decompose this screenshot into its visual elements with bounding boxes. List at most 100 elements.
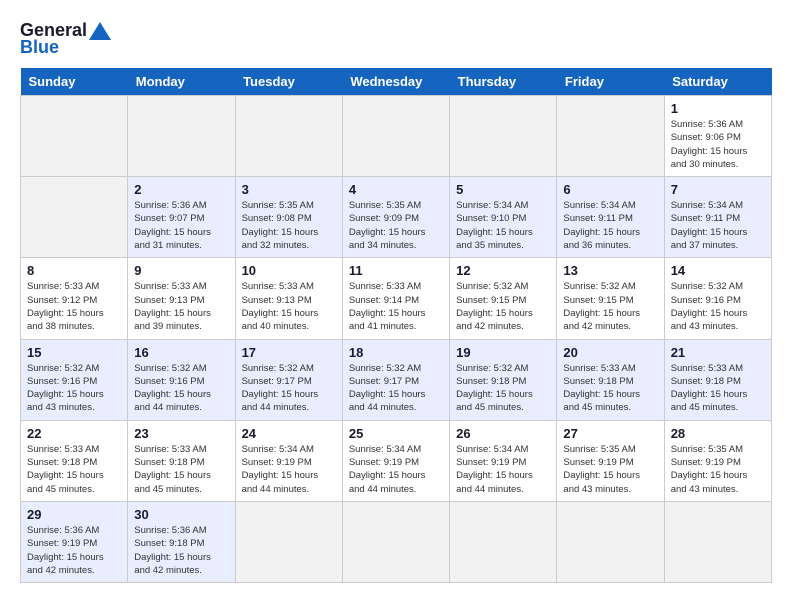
calendar-day-cell: 11 Sunrise: 5:33 AMSunset: 9:14 PMDayligh… [342,258,449,339]
calendar-day-cell: 27 Sunrise: 5:35 AMSunset: 9:19 PMDayligh… [557,420,664,501]
day-number: 30 [134,507,228,522]
day-info: Sunrise: 5:32 AMSunset: 9:17 PMDaylight:… [242,362,336,415]
day-number: 20 [563,345,657,360]
day-number: 26 [456,426,550,441]
day-info: Sunrise: 5:36 AMSunset: 9:06 PMDaylight:… [671,118,765,171]
calendar-day-cell: 28Sunrise: 5:35 AMSunset: 9:19 PMDayligh… [664,420,771,501]
day-number: 23 [134,426,228,441]
day-info: Sunrise: 5:33 AMSunset: 9:18 PMDaylight:… [563,362,657,415]
logo-icon [89,22,111,40]
column-header-monday: Monday [128,68,235,96]
day-number: 21 [671,345,765,360]
day-info: Sunrise: 5:33 AMSunset: 9:18 PMDaylight:… [671,362,765,415]
day-number: 9 [134,263,228,278]
day-info: Sunrise: 5:36 AMSunset: 9:18 PMDaylight:… [134,524,228,577]
day-number: 8 [27,263,121,278]
day-info: Sunrise: 5:32 AMSunset: 9:15 PMDaylight:… [563,280,657,333]
day-info: Sunrise: 5:34 AMSunset: 9:10 PMDaylight:… [456,199,550,252]
day-info: Sunrise: 5:32 AMSunset: 9:15 PMDaylight:… [456,280,550,333]
calendar-day-cell: 17Sunrise: 5:32 AMSunset: 9:17 PMDayligh… [235,339,342,420]
calendar-day-cell: 10 Sunrise: 5:33 AMSunset: 9:13 PMDayligh… [235,258,342,339]
calendar-day-cell: 14Sunrise: 5:32 AMSunset: 9:16 PMDayligh… [664,258,771,339]
calendar-table: SundayMondayTuesdayWednesdayThursdayFrid… [20,68,772,583]
calendar-day-cell: 16 Sunrise: 5:32 AMSunset: 9:16 PMDayligh… [128,339,235,420]
day-number: 3 [242,182,336,197]
column-header-saturday: Saturday [664,68,771,96]
day-info: Sunrise: 5:32 AMSunset: 9:16 PMDaylight:… [134,362,228,415]
day-number: 22 [27,426,121,441]
day-info: Sunrise: 5:36 AMSunset: 9:19 PMDaylight:… [27,524,121,577]
calendar-day-cell: 1Sunrise: 5:36 AMSunset: 9:06 PMDaylight… [664,96,771,177]
column-header-tuesday: Tuesday [235,68,342,96]
empty-cell [235,501,342,582]
calendar-day-cell: 12 Sunrise: 5:32 AMSunset: 9:15 PMDayligh… [450,258,557,339]
day-number: 2 [134,182,228,197]
day-number: 5 [456,182,550,197]
day-info: Sunrise: 5:35 AMSunset: 9:08 PMDaylight:… [242,199,336,252]
calendar-day-cell: 2 Sunrise: 5:36 AMSunset: 9:07 PMDaylight… [128,177,235,258]
day-number: 28 [671,426,765,441]
calendar-day-cell: 22 Sunrise: 5:33 AMSunset: 9:18 PMDayligh… [21,420,128,501]
calendar-day-cell: 18Sunrise: 5:32 AMSunset: 9:17 PMDayligh… [342,339,449,420]
day-number: 18 [349,345,443,360]
calendar-day-cell: 3 Sunrise: 5:35 AMSunset: 9:08 PMDaylight… [235,177,342,258]
day-number: 27 [563,426,657,441]
day-info: Sunrise: 5:36 AMSunset: 9:07 PMDaylight:… [134,199,228,252]
day-info: Sunrise: 5:32 AMSunset: 9:18 PMDaylight:… [456,362,550,415]
empty-cell [342,96,449,177]
day-number: 16 [134,345,228,360]
calendar-day-cell: 9 Sunrise: 5:33 AMSunset: 9:13 PMDaylight… [128,258,235,339]
calendar-day-cell: 25Sunrise: 5:34 AMSunset: 9:19 PMDayligh… [342,420,449,501]
empty-cell [664,501,771,582]
calendar-week-row: 1Sunrise: 5:36 AMSunset: 9:06 PMDaylight… [21,96,772,177]
day-number: 25 [349,426,443,441]
day-info: Sunrise: 5:32 AMSunset: 9:16 PMDaylight:… [27,362,121,415]
empty-cell [21,96,128,177]
day-number: 12 [456,263,550,278]
day-number: 7 [671,182,765,197]
calendar-day-cell: 29Sunrise: 5:36 AMSunset: 9:19 PMDayligh… [21,501,128,582]
calendar-day-cell: 7 Sunrise: 5:34 AMSunset: 9:11 PMDaylight… [664,177,771,258]
day-number: 11 [349,263,443,278]
calendar-day-cell: 19Sunrise: 5:32 AMSunset: 9:18 PMDayligh… [450,339,557,420]
calendar-day-cell: 15Sunrise: 5:32 AMSunset: 9:16 PMDayligh… [21,339,128,420]
calendar-week-row: 8Sunrise: 5:33 AMSunset: 9:12 PMDaylight… [21,258,772,339]
day-info: Sunrise: 5:33 AMSunset: 9:18 PMDaylight:… [27,443,121,496]
day-info: Sunrise: 5:34 AMSunset: 9:11 PMDaylight:… [563,199,657,252]
day-number: 24 [242,426,336,441]
empty-cell [21,177,128,258]
day-info: Sunrise: 5:33 AMSunset: 9:14 PMDaylight:… [349,280,443,333]
day-info: Sunrise: 5:34 AMSunset: 9:19 PMDaylight:… [456,443,550,496]
day-info: Sunrise: 5:33 AMSunset: 9:13 PMDaylight:… [242,280,336,333]
column-header-friday: Friday [557,68,664,96]
day-info: Sunrise: 5:32 AMSunset: 9:16 PMDaylight:… [671,280,765,333]
day-info: Sunrise: 5:35 AMSunset: 9:09 PMDaylight:… [349,199,443,252]
day-number: 4 [349,182,443,197]
day-number: 13 [563,263,657,278]
calendar-day-cell: 21 Sunrise: 5:33 AMSunset: 9:18 PMDayligh… [664,339,771,420]
day-info: Sunrise: 5:34 AMSunset: 9:11 PMDaylight:… [671,199,765,252]
calendar-day-cell: 5 Sunrise: 5:34 AMSunset: 9:10 PMDaylight… [450,177,557,258]
day-info: Sunrise: 5:35 AMSunset: 9:19 PMDaylight:… [563,443,657,496]
calendar-day-cell: 23 Sunrise: 5:33 AMSunset: 9:18 PMDayligh… [128,420,235,501]
calendar-day-cell: 20 Sunrise: 5:33 AMSunset: 9:18 PMDayligh… [557,339,664,420]
calendar-day-cell: 30 Sunrise: 5:36 AMSunset: 9:18 PMDayligh… [128,501,235,582]
day-info: Sunrise: 5:33 AMSunset: 9:13 PMDaylight:… [134,280,228,333]
empty-cell [128,96,235,177]
empty-cell [557,96,664,177]
day-number: 10 [242,263,336,278]
column-header-wednesday: Wednesday [342,68,449,96]
day-number: 6 [563,182,657,197]
calendar-day-cell: 4 Sunrise: 5:35 AMSunset: 9:09 PMDaylight… [342,177,449,258]
logo-blue: Blue [20,37,59,58]
column-header-sunday: Sunday [21,68,128,96]
calendar-week-row: 29Sunrise: 5:36 AMSunset: 9:19 PMDayligh… [21,501,772,582]
calendar-header-row: SundayMondayTuesdayWednesdayThursdayFrid… [21,68,772,96]
empty-cell [557,501,664,582]
day-info: Sunrise: 5:33 AMSunset: 9:18 PMDaylight:… [134,443,228,496]
calendar-week-row: 15Sunrise: 5:32 AMSunset: 9:16 PMDayligh… [21,339,772,420]
calendar-day-cell: 24Sunrise: 5:34 AMSunset: 9:19 PMDayligh… [235,420,342,501]
empty-cell [342,501,449,582]
calendar-day-cell: 6 Sunrise: 5:34 AMSunset: 9:11 PMDaylight… [557,177,664,258]
empty-cell [450,501,557,582]
